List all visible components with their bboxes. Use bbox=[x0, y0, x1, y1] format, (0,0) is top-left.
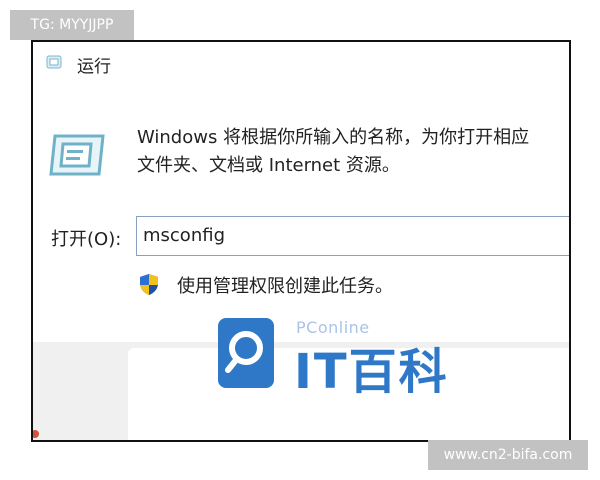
window-title: 运行 bbox=[77, 57, 111, 77]
title-bar: 运行 bbox=[33, 42, 569, 82]
bottom-watermark: www.cn2-bifa.com bbox=[428, 440, 588, 470]
description-line-1: Windows 将根据你所输入的名称，为你打开相应 bbox=[137, 127, 530, 148]
open-input[interactable]: msconfig bbox=[136, 216, 569, 256]
top-watermark: TG: MYYJJPP bbox=[10, 10, 134, 40]
open-label: 打开(O): bbox=[51, 229, 122, 250]
red-dot bbox=[33, 430, 39, 438]
magnifier-logo-icon bbox=[218, 318, 274, 388]
description: Windows 将根据你所输入的名称，为你打开相应 文件夹、文档或 Intern… bbox=[137, 124, 569, 180]
run-icon bbox=[49, 134, 105, 176]
run-app-icon bbox=[46, 55, 62, 69]
description-line-2: 文件夹、文档或 Internet 资源。 bbox=[137, 155, 400, 176]
brand-itbaike: IT百科 bbox=[294, 344, 449, 400]
shield-icon bbox=[140, 274, 158, 295]
admin-text: 使用管理权限创建此任务。 bbox=[177, 276, 393, 297]
